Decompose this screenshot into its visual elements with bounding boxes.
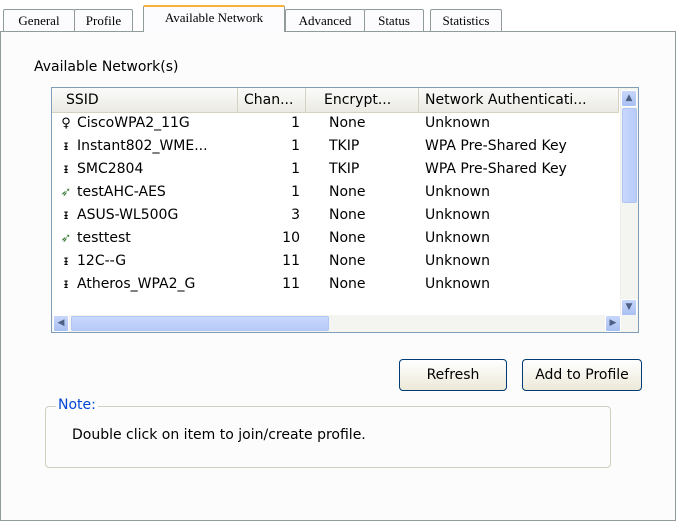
ssid-text: testAHC-AES bbox=[77, 184, 166, 200]
table-row[interactable]: ᵻ ASUS-WL500G 3 None Unknown bbox=[52, 204, 619, 227]
refresh-button[interactable]: Refresh bbox=[399, 359, 507, 391]
table-row[interactable]: ᵻ Atheros_WPA2_G 11 None Unknown bbox=[52, 273, 619, 296]
encryption-cell: None bbox=[329, 253, 366, 269]
column-header-ssid[interactable]: SSID bbox=[52, 88, 238, 112]
column-header-encryption[interactable]: Encrypt... bbox=[306, 88, 419, 112]
ssid-text: testtest bbox=[77, 230, 131, 246]
antenna-icon: ♀ bbox=[61, 116, 71, 131]
ssid-cell: ᵻ ASUS-WL500G bbox=[58, 204, 238, 227]
encryption-cell: None bbox=[329, 184, 366, 200]
auth-cell: WPA Pre-Shared Key bbox=[425, 138, 567, 154]
channel-cell: 3 bbox=[291, 207, 300, 223]
ssid-cell: ♀ CiscoWPA2_11G bbox=[58, 112, 238, 135]
note-text: Double click on item to join/create prof… bbox=[72, 427, 366, 443]
tab-profile[interactable]: Profile bbox=[74, 9, 133, 31]
channel-cell: 11 bbox=[282, 276, 300, 292]
access-point-icon: ᵻ bbox=[63, 254, 69, 269]
column-header-auth[interactable]: Network Authenticati... bbox=[419, 88, 619, 112]
encryption-cell: None bbox=[329, 207, 366, 223]
channel-cell: 1 bbox=[291, 138, 300, 154]
encryption-cell: None bbox=[329, 276, 366, 292]
table-row[interactable]: ➶ testtest 10 None Unknown bbox=[52, 227, 619, 250]
access-point-icon: ᵻ bbox=[63, 139, 69, 154]
encryption-cell: TKIP bbox=[329, 161, 360, 177]
section-label: Available Network(s) bbox=[34, 59, 179, 75]
ssid-text: Atheros_WPA2_G bbox=[77, 276, 196, 292]
scroll-left-arrow-icon[interactable]: ◀ bbox=[53, 315, 69, 332]
ssid-cell: ᵻ Atheros_WPA2_G bbox=[58, 273, 238, 296]
tab-available-network[interactable]: Available Network bbox=[143, 5, 285, 32]
note-title: Note: bbox=[56, 397, 98, 413]
table-row[interactable]: ᵻ Instant802_WME... 1 TKIP WPA Pre-Shared Ke… bbox=[52, 135, 619, 158]
ssid-text: CiscoWPA2_11G bbox=[77, 115, 190, 131]
adhoc-icon: ➶ bbox=[60, 185, 72, 200]
channel-cell: 1 bbox=[291, 115, 300, 131]
auth-cell: Unknown bbox=[425, 230, 490, 246]
channel-cell: 11 bbox=[282, 253, 300, 269]
table-row[interactable]: ᵻ 12C--G 11 None Unknown bbox=[52, 250, 619, 273]
encryption-cell: None bbox=[329, 115, 366, 131]
tab-status[interactable]: Status bbox=[364, 9, 424, 31]
tab-general[interactable]: General bbox=[3, 9, 75, 31]
access-point-icon: ᵻ bbox=[63, 162, 69, 177]
ssid-cell: ᵻ SMC2804 bbox=[58, 158, 238, 181]
access-point-icon: ᵻ bbox=[63, 208, 69, 223]
ssid-cell: ᵻ Instant802_WME... bbox=[58, 135, 238, 158]
vertical-scrollbar[interactable]: ▲ ▼ bbox=[620, 88, 638, 316]
tab-strip: General Profile Available Network Advanc… bbox=[0, 0, 676, 32]
horizontal-scrollbar[interactable]: ◀ ▶ bbox=[52, 315, 638, 332]
auth-cell: WPA Pre-Shared Key bbox=[425, 161, 567, 177]
scroll-right-arrow-icon[interactable]: ▶ bbox=[605, 315, 621, 332]
tab-statistics[interactable]: Statistics bbox=[430, 9, 502, 31]
encryption-cell: TKIP bbox=[329, 138, 360, 154]
network-list[interactable]: SSID Chan... Encrypt... Network Authenti… bbox=[51, 87, 639, 333]
table-row[interactable]: ➶ testAHC-AES 1 None Unknown bbox=[52, 181, 619, 204]
scroll-up-arrow-icon[interactable]: ▲ bbox=[621, 90, 637, 107]
access-point-icon: ᵻ bbox=[63, 277, 69, 292]
ssid-cell: ➶ testtest bbox=[58, 227, 238, 250]
list-header: SSID Chan... Encrypt... Network Authenti… bbox=[52, 88, 619, 113]
tab-advanced[interactable]: Advanced bbox=[285, 9, 365, 31]
auth-cell: Unknown bbox=[425, 207, 490, 223]
table-row[interactable]: ᵻ SMC2804 1 TKIP WPA Pre-Shared Key bbox=[52, 158, 619, 181]
scroll-down-arrow-icon[interactable]: ▼ bbox=[621, 299, 637, 316]
ssid-text: Instant802_WME... bbox=[77, 138, 208, 154]
ssid-cell: ➶ testAHC-AES bbox=[58, 181, 238, 204]
table-row[interactable]: ♀ CiscoWPA2_11G 1 None Unknown bbox=[52, 112, 619, 135]
ssid-text: SMC2804 bbox=[77, 161, 144, 177]
add-to-profile-button[interactable]: Add to Profile bbox=[522, 359, 642, 391]
ssid-cell: ᵻ 12C--G bbox=[58, 250, 238, 273]
channel-cell: 1 bbox=[291, 161, 300, 177]
adhoc-icon: ➶ bbox=[60, 231, 72, 246]
horizontal-scroll-thumb[interactable] bbox=[71, 316, 329, 331]
vertical-scroll-thumb[interactable] bbox=[622, 108, 637, 203]
ssid-text: 12C--G bbox=[77, 253, 127, 269]
channel-cell: 1 bbox=[291, 184, 300, 200]
encryption-cell: None bbox=[329, 230, 366, 246]
channel-cell: 10 bbox=[282, 230, 300, 246]
auth-cell: Unknown bbox=[425, 184, 490, 200]
auth-cell: Unknown bbox=[425, 276, 490, 292]
column-header-channel[interactable]: Chan... bbox=[238, 88, 306, 112]
ssid-text: ASUS-WL500G bbox=[77, 207, 179, 223]
auth-cell: Unknown bbox=[425, 253, 490, 269]
auth-cell: Unknown bbox=[425, 115, 490, 131]
